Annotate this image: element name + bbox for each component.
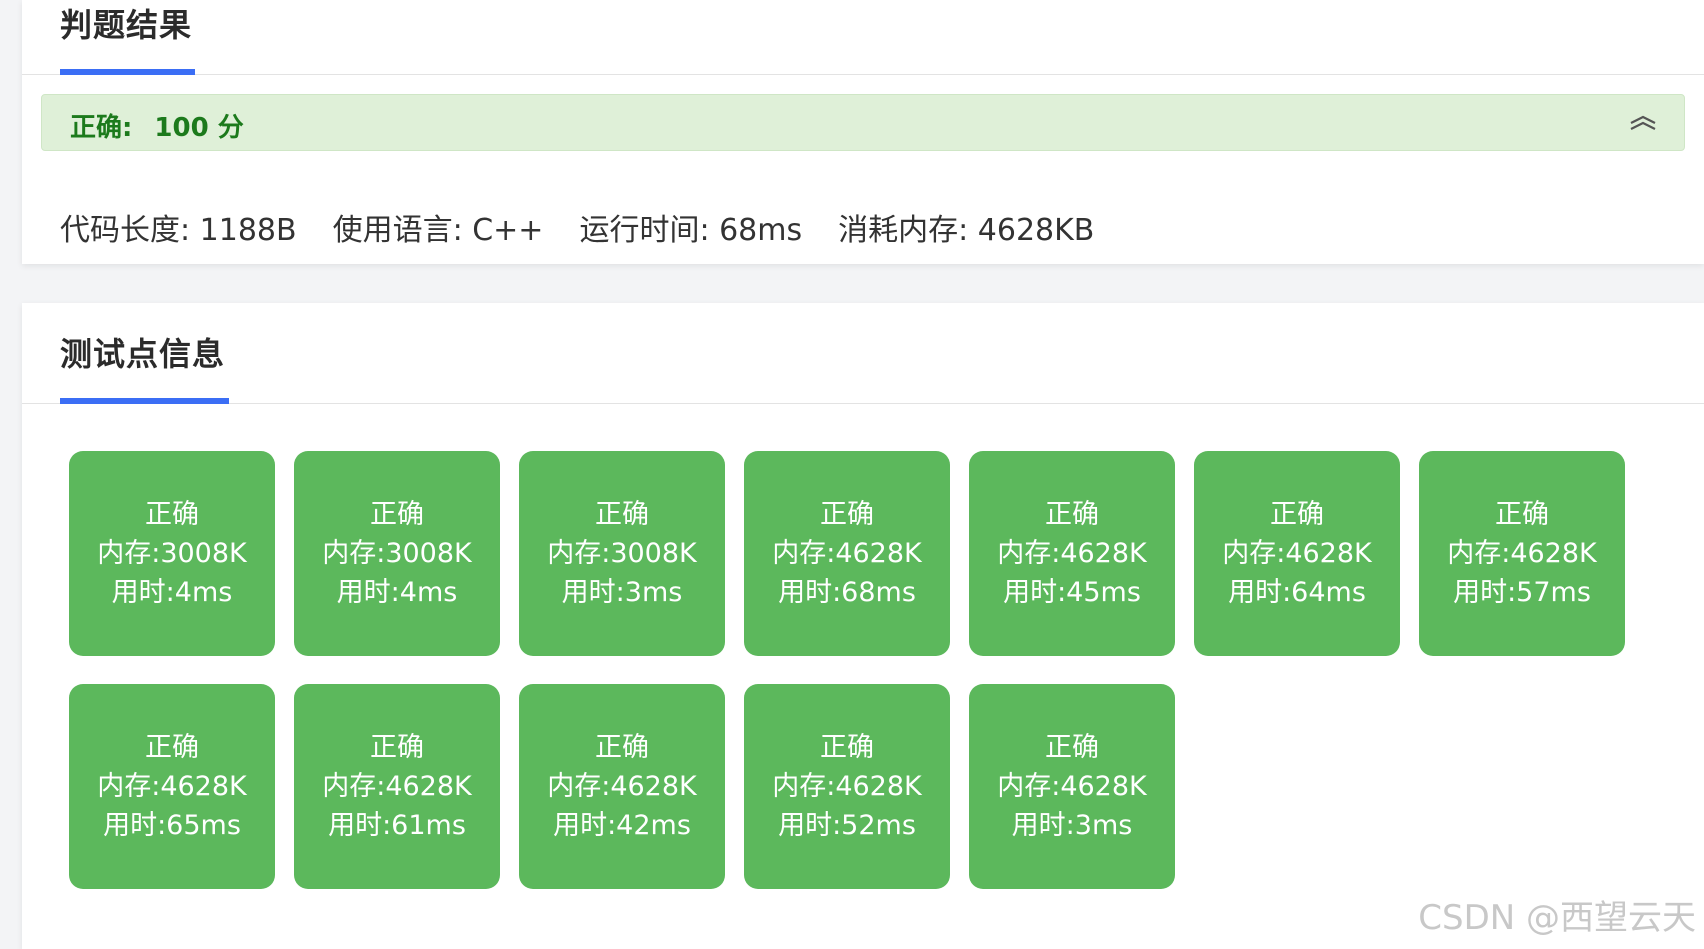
test-case-time: 用时:57ms bbox=[1453, 577, 1591, 608]
test-case-memory: 内存:3008K bbox=[547, 538, 697, 569]
test-case-status: 正确 bbox=[370, 732, 424, 763]
test-case-tile[interactable]: 正确内存:3008K 用时:4ms bbox=[69, 451, 275, 656]
test-case-time: 用时:52ms bbox=[778, 810, 916, 841]
submission-stats: 代码长度: 1188B 使用语言: C++ 运行时间: 68ms 消耗内存: 4628… bbox=[60, 205, 1130, 249]
judge-result-header: 判题结果 bbox=[22, 0, 1704, 75]
chevron-double-up-icon[interactable] bbox=[1628, 111, 1658, 135]
test-case-status: 正确 bbox=[595, 499, 649, 530]
test-case-status: 正确 bbox=[820, 732, 874, 763]
verdict-label: 正确: bbox=[70, 113, 133, 143]
verdict-bar[interactable]: 正确: 100 分 bbox=[41, 94, 1685, 151]
test-case-tile[interactable]: 正确内存:4628K 用时:68ms bbox=[744, 451, 950, 656]
test-case-memory: 内存:4628K bbox=[1222, 538, 1372, 569]
test-case-time: 用时:45ms bbox=[1003, 577, 1141, 608]
test-case-time: 用时:4ms bbox=[111, 577, 233, 608]
test-case-memory: 内存:4628K bbox=[547, 771, 697, 802]
test-case-status: 正确 bbox=[1045, 499, 1099, 530]
test-case-memory: 内存:3008K bbox=[97, 538, 247, 569]
test-case-time: 用时:4ms bbox=[336, 577, 458, 608]
test-case-memory: 内存:4628K bbox=[772, 771, 922, 802]
test-case-status: 正确 bbox=[595, 732, 649, 763]
test-case-tile[interactable]: 正确内存:4628K 用时:64ms bbox=[1194, 451, 1400, 656]
test-case-memory: 内存:4628K bbox=[322, 771, 472, 802]
test-case-tile[interactable]: 正确内存:4628K 用时:45ms bbox=[969, 451, 1175, 656]
test-case-status: 正确 bbox=[370, 499, 424, 530]
active-tab-underline bbox=[60, 69, 195, 75]
test-case-status: 正确 bbox=[1270, 499, 1324, 530]
watermark: CSDN @西望云天 bbox=[1418, 898, 1696, 938]
active-tab-underline bbox=[60, 398, 229, 404]
test-case-time: 用时:61ms bbox=[328, 810, 466, 841]
test-case-tile[interactable]: 正确内存:3008K 用时:4ms bbox=[294, 451, 500, 656]
test-cases-header: 测试点信息 bbox=[22, 303, 1704, 404]
stat-code-length: 代码长度: 1188B bbox=[60, 213, 297, 248]
test-case-status: 正确 bbox=[820, 499, 874, 530]
test-case-time: 用时:65ms bbox=[103, 810, 241, 841]
test-case-status: 正确 bbox=[145, 732, 199, 763]
test-case-status: 正确 bbox=[145, 499, 199, 530]
test-case-time: 用时:68ms bbox=[778, 577, 916, 608]
verdict-text: 正确: 100 分 bbox=[70, 107, 244, 144]
test-case-memory: 内存:4628K bbox=[997, 538, 1147, 569]
test-case-tile[interactable]: 正确内存:4628K 用时:65ms bbox=[69, 684, 275, 889]
test-case-time: 用时:42ms bbox=[553, 810, 691, 841]
test-case-tile[interactable]: 正确内存:4628K 用时:61ms bbox=[294, 684, 500, 889]
stat-memory: 消耗内存: 4628KB bbox=[838, 213, 1095, 248]
test-cases-title: 测试点信息 bbox=[60, 335, 226, 373]
test-case-memory: 内存:4628K bbox=[997, 771, 1147, 802]
stat-language: 使用语言: C++ bbox=[332, 213, 544, 248]
test-case-status: 正确 bbox=[1495, 499, 1549, 530]
test-case-tile[interactable]: 正确内存:4628K 用时:42ms bbox=[519, 684, 725, 889]
test-case-status: 正确 bbox=[1045, 732, 1099, 763]
test-case-tile[interactable]: 正确内存:4628K 用时:52ms bbox=[744, 684, 950, 889]
test-case-memory: 内存:4628K bbox=[97, 771, 247, 802]
judge-result-title: 判题结果 bbox=[60, 6, 193, 44]
test-case-memory: 内存:3008K bbox=[322, 538, 472, 569]
test-case-tile[interactable]: 正确内存:3008K 用时:3ms bbox=[519, 451, 725, 656]
test-case-time: 用时:3ms bbox=[1011, 810, 1133, 841]
test-case-tile[interactable]: 正确内存:4628K 用时:57ms bbox=[1419, 451, 1625, 656]
stat-run-time: 运行时间: 68ms bbox=[579, 213, 803, 248]
verdict-score: 100 分 bbox=[154, 113, 244, 143]
test-cases-card: 测试点信息 正确 内存:3008K 用时:4ms 正确 内存:3008K 用时:4ms 正确… bbox=[22, 303, 1704, 949]
judge-result-card: 判题结果 正确: 100 分 代码长度: 1188B 使用语言: C++ 运行时间: … bbox=[22, 0, 1704, 264]
test-case-time: 用时:64ms bbox=[1228, 577, 1366, 608]
test-case-tile[interactable]: 正确内存:4628K 用时:3ms bbox=[969, 684, 1175, 889]
test-case-memory: 内存:4628K bbox=[1447, 538, 1597, 569]
test-case-memory: 内存:4628K bbox=[772, 538, 922, 569]
test-case-time: 用时:3ms bbox=[561, 577, 683, 608]
